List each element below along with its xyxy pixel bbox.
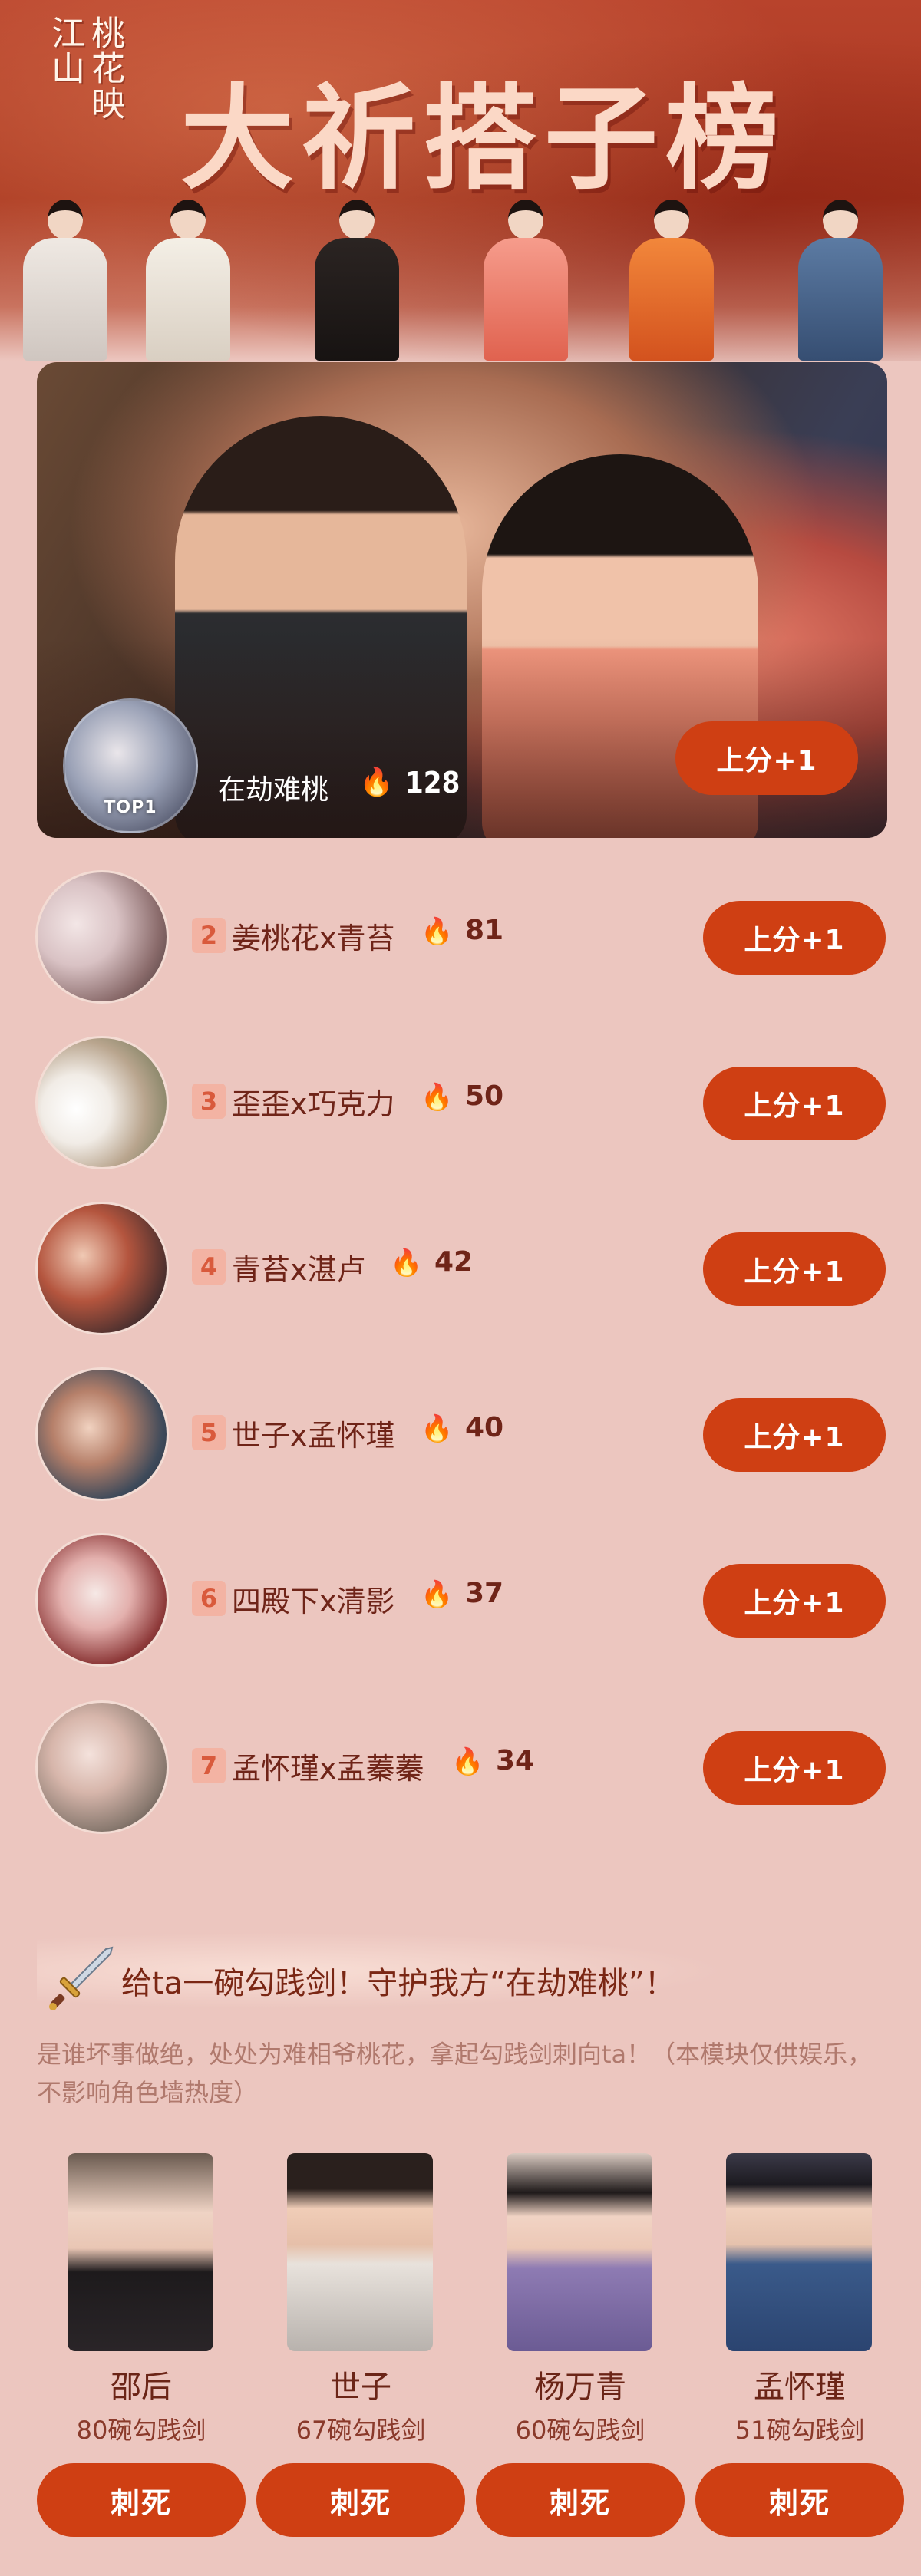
villain-card: 邵后 80碗勾践剑 刺死 bbox=[37, 2153, 246, 2576]
pair-avatar bbox=[35, 870, 169, 1004]
character-photo bbox=[507, 2153, 652, 2351]
villain-card: 世子 67碗勾践剑 刺死 bbox=[256, 2153, 465, 2576]
rank-number: 3 bbox=[192, 1084, 226, 1119]
top1-avatar: TOP1 bbox=[63, 698, 198, 833]
rank-number: 2 bbox=[192, 918, 226, 953]
sword-count: 67碗勾践剑 bbox=[295, 2416, 426, 2445]
sword-icon bbox=[49, 1946, 114, 2010]
rank-number: 4 bbox=[192, 1249, 226, 1285]
pair-avatar bbox=[35, 1533, 169, 1667]
sword-count: 51碗勾践剑 bbox=[734, 2416, 865, 2445]
fire-icon: 🔥 bbox=[390, 1248, 423, 1278]
vote-button[interactable]: 上分+1 bbox=[703, 901, 886, 975]
vote-button[interactable]: 上分+1 bbox=[703, 1232, 886, 1306]
character-name: 邵后 bbox=[111, 2370, 172, 2405]
rank-number: 7 bbox=[192, 1748, 226, 1783]
character-name: 孟怀瑾 bbox=[754, 2370, 846, 2405]
section-title: 给ta一碗勾践剑！守护我方“在劫难桃”！ bbox=[121, 1966, 675, 2001]
top1-card[interactable]: TOP1 在劫难桃 🔥 128 上分+1 bbox=[37, 362, 887, 838]
cast-figure bbox=[484, 200, 568, 361]
banner: 桃花映江山 大祈搭子榜 bbox=[0, 0, 921, 361]
pair-score: 42 bbox=[434, 1246, 474, 1278]
sword-count: 60碗勾践剑 bbox=[515, 2416, 645, 2445]
fire-icon: 🔥 bbox=[359, 767, 394, 798]
pair-name: 四殿下x清影 bbox=[232, 1585, 395, 1618]
top1-score: 128 bbox=[405, 766, 460, 800]
pair-avatar bbox=[35, 1700, 169, 1834]
cast-figure bbox=[315, 200, 399, 361]
pair-score: 40 bbox=[465, 1412, 504, 1443]
stab-button[interactable]: 刺死 bbox=[695, 2463, 904, 2537]
pair-avatar bbox=[35, 1202, 169, 1335]
rank-row: 7 孟怀瑾x孟蓁蓁 🔥 34 上分+1 bbox=[0, 1700, 921, 1839]
pair-score: 81 bbox=[465, 915, 504, 946]
cast-figure bbox=[23, 200, 107, 361]
pair-name: 孟怀瑾x孟蓁蓁 bbox=[232, 1752, 424, 1786]
top1-vote-button[interactable]: 上分+1 bbox=[675, 721, 858, 795]
cast-figure bbox=[629, 200, 714, 361]
vote-button[interactable]: 上分+1 bbox=[703, 1731, 886, 1805]
villain-card: 孟怀瑾 51碗勾践剑 刺死 bbox=[695, 2153, 904, 2576]
sword-count: 80碗勾践剑 bbox=[76, 2416, 206, 2445]
stab-button[interactable]: 刺死 bbox=[37, 2463, 246, 2537]
cast-figure bbox=[146, 200, 230, 361]
top1-badge: TOP1 bbox=[104, 798, 157, 817]
pair-score: 50 bbox=[465, 1080, 504, 1112]
character-name: 杨万青 bbox=[534, 2370, 626, 2405]
character-photo bbox=[726, 2153, 872, 2351]
top1-name: 在劫难桃 bbox=[218, 774, 329, 806]
rank-row: 2 姜桃花x青苔 🔥 81 上分+1 bbox=[0, 870, 921, 1008]
rank-row: 5 世子x孟怀瑾 🔥 40 上分+1 bbox=[0, 1367, 921, 1506]
pair-name: 歪歪x巧克力 bbox=[232, 1087, 395, 1121]
page-title: 大祈搭子榜 bbox=[180, 71, 787, 205]
character-name: 世子 bbox=[330, 2370, 391, 2405]
pair-score: 34 bbox=[496, 1745, 535, 1776]
character-photo bbox=[287, 2153, 433, 2351]
pair-name: 青苔x湛卢 bbox=[232, 1253, 366, 1287]
fire-icon: 🔥 bbox=[421, 1579, 454, 1610]
vote-button[interactable]: 上分+1 bbox=[703, 1564, 886, 1638]
pair-avatar bbox=[35, 1036, 169, 1169]
stab-button[interactable]: 刺死 bbox=[476, 2463, 685, 2537]
fire-icon: 🔥 bbox=[421, 1082, 454, 1113]
rank-row: 6 四殿下x清影 🔥 37 上分+1 bbox=[0, 1533, 921, 1671]
pair-avatar bbox=[35, 1367, 169, 1501]
vote-button[interactable]: 上分+1 bbox=[703, 1398, 886, 1472]
fire-icon: 🔥 bbox=[451, 1746, 484, 1777]
rank-number: 5 bbox=[192, 1415, 226, 1450]
rank-row: 4 青苔x湛卢 🔥 42 上分+1 bbox=[0, 1202, 921, 1340]
vote-button[interactable]: 上分+1 bbox=[703, 1067, 886, 1140]
pair-score: 37 bbox=[465, 1578, 504, 1609]
cast-figures-illustration bbox=[0, 192, 921, 361]
section-description: 是谁坏事做绝，处处为难相爷桃花，拿起勾践剑刺向ta！（本模块仅供娱乐，不影响角色… bbox=[37, 2040, 873, 2107]
fire-icon: 🔥 bbox=[421, 916, 454, 947]
rank-number: 6 bbox=[192, 1581, 226, 1616]
stab-button[interactable]: 刺死 bbox=[256, 2463, 465, 2537]
rank-row: 3 歪歪x巧克力 🔥 50 上分+1 bbox=[0, 1036, 921, 1174]
character-photo bbox=[68, 2153, 213, 2351]
pair-name: 世子x孟怀瑾 bbox=[232, 1419, 395, 1453]
cast-figure bbox=[798, 200, 883, 361]
fire-icon: 🔥 bbox=[421, 1413, 454, 1444]
pair-name: 姜桃花x青苔 bbox=[232, 922, 395, 955]
villain-card: 杨万青 60碗勾践剑 刺死 bbox=[476, 2153, 685, 2576]
drama-logo: 桃花映江山 bbox=[45, 15, 124, 121]
